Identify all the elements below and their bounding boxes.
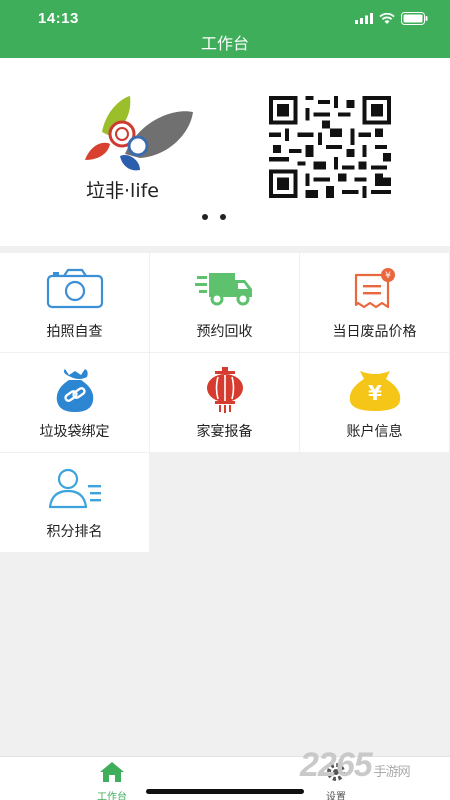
menu-account-info[interactable]: ¥ 账户信息 (300, 353, 449, 452)
price-tag-icon: ¥ (354, 268, 395, 309)
svg-text:¥: ¥ (385, 271, 391, 281)
watermark: 2265 手游网 (300, 746, 411, 785)
home-indicator[interactable] (146, 789, 304, 794)
watermark-suffix: 手游网 (373, 764, 411, 779)
lantern-icon (206, 367, 243, 413)
menu-photo-check[interactable]: 拍照自查 (0, 253, 149, 352)
menu-label: 当日废品价格 (332, 323, 417, 339)
menu-bag-bind[interactable]: 垃圾袋绑定 (0, 353, 149, 452)
watermark-number: 2265 (300, 746, 373, 784)
qr-code (268, 96, 392, 198)
menu-points-ranking[interactable]: 积分排名 (0, 453, 149, 552)
menu-label: 垃圾袋绑定 (39, 423, 110, 439)
menu-label: 拍照自查 (46, 323, 103, 339)
signal-icon (355, 13, 373, 24)
home-icon (100, 762, 124, 782)
menu-banquet-report[interactable]: 家宴报备 (150, 353, 299, 452)
menu-label: 预约回收 (196, 323, 253, 339)
tab-label: 设置 (326, 792, 346, 800)
carousel-dot[interactable] (220, 214, 226, 220)
bag-link-icon (56, 369, 93, 412)
money-bag-icon: ¥ (349, 371, 400, 411)
tab-label: 工作台 (97, 792, 127, 800)
page-title: 工作台 (200, 36, 249, 53)
menu-book-recycle[interactable]: 预约回收 (150, 253, 299, 352)
svg-text:¥: ¥ (368, 381, 382, 405)
menu-daily-price[interactable]: ¥ 当日废品价格 (300, 253, 449, 352)
carousel-indicator[interactable] (202, 214, 226, 220)
carousel-dot[interactable] (202, 214, 208, 220)
banner[interactable]: 垃非·life (0, 58, 450, 246)
menu-label: 家宴报备 (196, 423, 253, 439)
status-time: 14:13 (38, 10, 79, 27)
truck-icon (194, 273, 252, 306)
menu-label: 账户信息 (346, 423, 403, 439)
menu-label: 积分排名 (46, 523, 103, 539)
status-bar: 14:13 (0, 0, 450, 30)
camera-icon (46, 268, 103, 309)
status-icons (355, 12, 428, 25)
header-bar: 14:13 工作台 (0, 0, 450, 58)
battery-icon (401, 12, 428, 25)
brand-name: 垃非·life (86, 180, 159, 202)
tab-workbench[interactable]: 工作台 (72, 761, 152, 800)
user-list-icon (48, 468, 101, 509)
wifi-icon (379, 12, 395, 24)
